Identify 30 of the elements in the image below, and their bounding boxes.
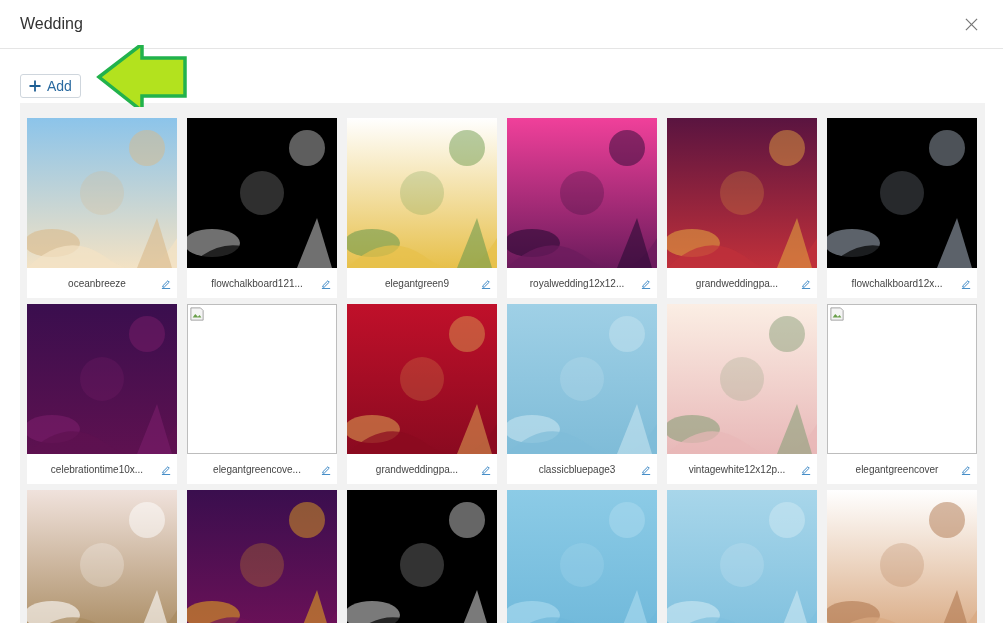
edit-icon[interactable] — [961, 463, 972, 475]
tile-caption: grandweddingpa... — [374, 462, 460, 477]
tile-caption: flowchalkboard121... — [210, 276, 304, 291]
edit-icon[interactable] — [801, 277, 812, 289]
plus-icon — [29, 80, 41, 92]
edit-icon[interactable] — [801, 463, 812, 475]
edit-icon[interactable] — [961, 277, 972, 289]
edit-icon[interactable] — [321, 277, 332, 289]
tile-caption: royalwedding12x12... — [528, 276, 626, 291]
tile-caption: elegantgreen9 — [384, 276, 450, 291]
edit-icon[interactable] — [161, 463, 172, 475]
tile-caption: grandweddingpa... — [694, 276, 780, 291]
tile-caption: classicbluepage3 — [537, 462, 617, 477]
tile-caption: vintagewhite12x12p... — [687, 462, 787, 477]
edit-icon[interactable] — [161, 277, 172, 289]
edit-icon[interactable] — [481, 463, 492, 475]
broken-image-icon — [830, 307, 844, 321]
broken-image-icon — [190, 307, 204, 321]
close-icon[interactable] — [965, 17, 978, 31]
tile-caption: oceanbreeze — [67, 276, 127, 291]
tile-caption: celebrationtime10x... — [49, 462, 145, 477]
edit-icon[interactable] — [641, 463, 652, 475]
tile-caption: elegantgreencover — [854, 462, 940, 477]
add-button[interactable]: Add — [20, 74, 81, 98]
edit-icon[interactable] — [641, 277, 652, 289]
edit-icon[interactable] — [481, 277, 492, 289]
tile-caption: flowchalkboard12x... — [850, 276, 944, 291]
edit-icon[interactable] — [321, 463, 332, 475]
dialog-title: Wedding — [20, 14, 83, 34]
tile-caption: elegantgreencove... — [212, 462, 302, 477]
